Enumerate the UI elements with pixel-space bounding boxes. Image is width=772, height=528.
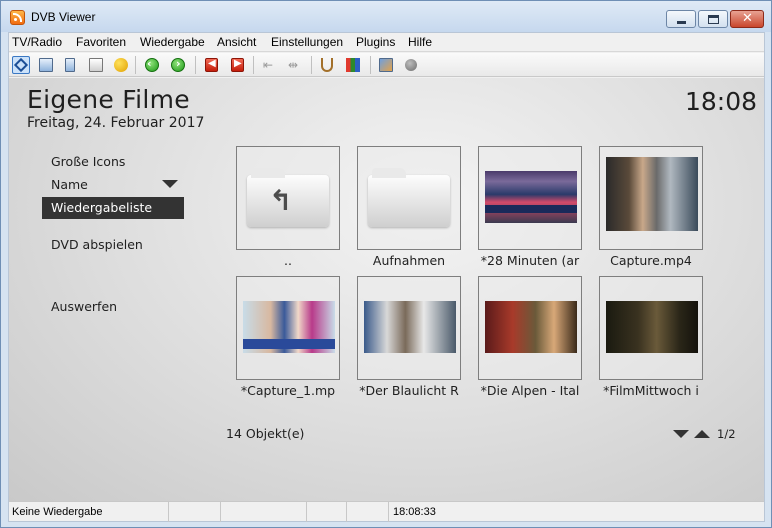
grid-item-video[interactable] [236,276,340,380]
close-button[interactable]: ✕ [730,10,764,28]
prev-icon: ◀ [205,58,218,72]
video-thumbnail [606,157,698,231]
toolbar-separator [135,56,136,74]
video-thumbnail [364,301,456,353]
folder-icon [368,168,450,227]
video-thumbnail [485,171,577,223]
status-playback: Keine Wiedergabe [9,502,169,522]
maximize-icon [708,15,719,24]
monitor-icon [89,58,103,72]
status-cell-empty [221,502,307,522]
client-area: TV/Radio Favoriten Wiedergabe Ansicht Ei… [8,32,765,522]
parent-folder-icon: ↰ [247,168,329,227]
minimize-icon [677,21,686,24]
forward-icon: › [171,57,185,72]
menu-favoriten[interactable]: Favoriten [76,35,126,49]
toolbar-separator [253,56,254,74]
timeshift-icon [321,58,333,72]
sidebar-item-eject[interactable]: Auswerfen [42,296,184,318]
grid-item-label: Capture.mp4 [610,253,692,268]
menu-ansicht[interactable]: Ansicht [217,35,256,49]
status-cell-empty [169,502,221,522]
clock: 18:08 [685,87,758,116]
next-channel-button[interactable]: ▶ [228,56,246,74]
weather-button[interactable] [112,56,130,74]
picture-button[interactable] [377,56,395,74]
sidebar-item-play-dvd[interactable]: DVD abspielen [42,234,184,256]
next-icon: ▶ [231,58,244,72]
grid-item-label: *28 Minuten (ar [480,253,580,268]
close-icon: ✕ [742,11,753,26]
video-thumbnail [243,301,335,353]
osd-icon [13,57,29,73]
grid-item-video[interactable] [599,276,703,380]
toolbar-separator [370,56,371,74]
item-count: 14 Objekt(e) [226,426,305,441]
page-title: Eigene Filme [27,85,190,114]
title-bar[interactable]: DVB Viewer ✕ [1,1,771,32]
monitor-button[interactable] [87,56,105,74]
copy-icon [65,58,75,72]
maximize-button[interactable] [698,10,728,28]
window-title: DVB Viewer [31,10,96,24]
fastforward-button[interactable]: ⇹ [286,56,304,74]
grid-item-video[interactable] [478,276,582,380]
grid-item-folder[interactable] [357,146,461,250]
page-up-icon[interactable] [694,430,710,438]
fastforward-icon: ⇹ [288,58,299,72]
rewind-button[interactable]: ⇤ [261,56,279,74]
menu-tv-radio[interactable]: TV/Radio [12,35,62,49]
record-button[interactable] [402,56,420,74]
equalizer-icon [346,58,360,72]
video-thumbnail [606,301,698,353]
prev-channel-button[interactable]: ◀ [202,56,220,74]
osd-button[interactable] [12,56,30,74]
menu-plugins[interactable]: Plugins [356,35,395,49]
tv-button[interactable] [37,56,55,74]
toolbar: ‹ › ◀ ▶ ⇤ ⇹ [9,53,764,77]
picture-icon [379,58,393,72]
page-down-icon[interactable] [673,430,689,438]
menu-bar: TV/Radio Favoriten Wiedergabe Ansicht Ei… [9,33,764,52]
copy-button[interactable] [60,56,78,74]
grid-item-video[interactable] [599,146,703,250]
grid-item-label: *FilmMittwoch i [603,383,699,398]
status-cell-empty [307,502,347,522]
page-date: Freitag, 24. Februar 2017 [27,115,205,131]
sidebar-item-playlist[interactable]: Wiedergabeliste [42,197,184,219]
equalizer-button[interactable] [344,56,362,74]
grid-item-parent-folder[interactable]: ↰ [236,146,340,250]
menu-hilfe[interactable]: Hilfe [408,35,432,49]
grid-item-label: Aufnahmen [372,253,446,268]
tv-icon [39,58,53,72]
weather-icon [114,58,128,72]
status-cell-empty [347,502,389,522]
menu-einstellungen[interactable]: Einstellungen [271,35,343,49]
status-bar: Keine Wiedergabe 18:08:33 [9,501,764,522]
rewind-icon: ⇤ [263,58,274,72]
forward-button[interactable]: › [169,56,187,74]
toolbar-separator [311,56,312,74]
app-rss-icon [10,10,25,25]
record-icon [405,59,417,71]
grid-item-label: *Der Blaulicht R [359,383,459,398]
video-thumbnail [485,301,577,353]
toolbar-separator [195,56,196,74]
back-button[interactable]: ‹ [143,56,161,74]
sort-dropdown-icon[interactable] [162,180,178,188]
page-indicator: 1/2 [717,427,736,441]
grid-item-label: *Die Alpen - Ital [480,383,580,398]
timeshift-button[interactable] [318,56,336,74]
menu-wiedergabe[interactable]: Wiedergabe [140,35,205,49]
grid-item-video[interactable] [357,276,461,380]
grid-item-label: .. [284,253,292,268]
app-window: DVB Viewer ✕ TV/Radio Favoriten Wiederga… [0,0,772,528]
grid-item-video[interactable] [478,146,582,250]
back-icon: ‹ [145,57,159,72]
media-panel: Eigene Filme Freitag, 24. Februar 2017 1… [9,78,764,501]
sidebar-item-large-icons[interactable]: Große Icons [42,151,184,173]
grid-item-label: *Capture_1.mp [240,383,336,398]
minimize-button[interactable] [666,10,696,28]
status-time: 18:08:33 [393,506,436,518]
